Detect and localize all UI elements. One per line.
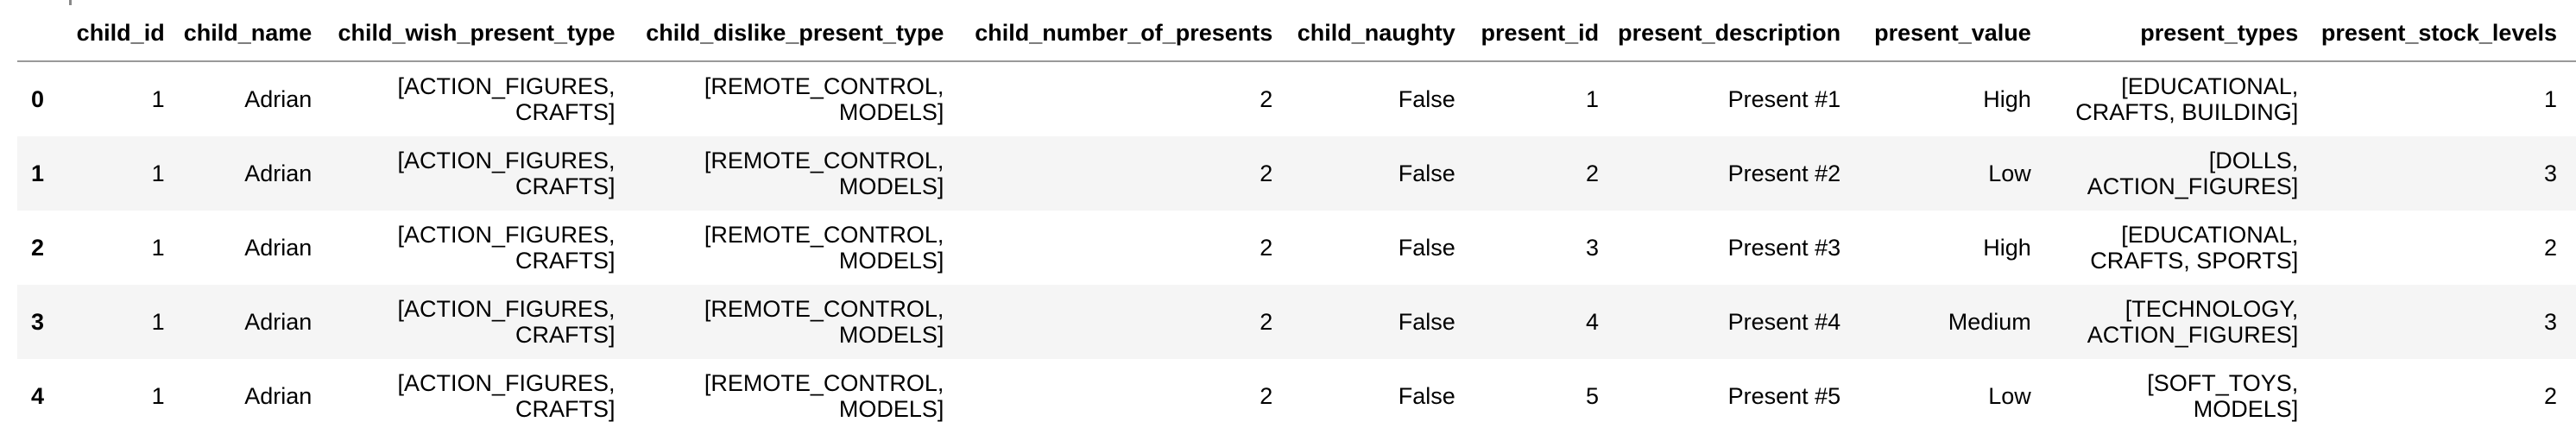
cell-child-naughty: False <box>1398 86 1455 112</box>
cell-present-types: [EDUCATIONAL, CRAFTS, SPORTS] <box>2090 222 2299 274</box>
row-index: 1 <box>31 161 45 186</box>
cell-child-id: 1 <box>151 383 165 409</box>
table-row: 0 1 Adrian [ACTION_FIGURES, CRAFTS] [REMO… <box>17 61 2576 136</box>
cell-child-dislike-present-type: [REMOTE_CONTROL, MODELS] <box>704 73 944 125</box>
cell-child-dislike-present-type: [REMOTE_CONTROL, MODELS] <box>704 370 944 422</box>
cell-present-value: High <box>1983 235 2031 261</box>
header-child-dislike-present-type: child_dislike_present_type <box>634 0 963 62</box>
cell-present-value: High <box>1983 86 2031 112</box>
header-child-id: child_id <box>70 0 184 62</box>
cell-present-value: Low <box>1988 161 2031 186</box>
cell-child-name: Adrian <box>244 161 313 186</box>
cell-child-name: Adrian <box>244 309 313 335</box>
notebook-output: child_id child_name child_wish_present_t… <box>0 0 2576 447</box>
cell-child-id: 1 <box>151 161 165 186</box>
cell-present-description: Present #3 <box>1727 235 1841 261</box>
cell-child-number-of-presents: 2 <box>1260 235 1273 261</box>
cell-child-number-of-presents: 2 <box>1260 161 1273 186</box>
cell-present-stock-levels: 2 <box>2543 235 2557 261</box>
header-row: child_id child_name child_wish_present_t… <box>17 0 2576 62</box>
cell-child-wish-present-type: [ACTION_FIGURES, CRAFTS] <box>397 296 616 348</box>
cell-present-id: 5 <box>1586 383 1600 409</box>
cell-present-types: [SOFT_TOYS, MODELS] <box>2147 370 2299 422</box>
table-row: 3 1 Adrian [ACTION_FIGURES, CRAFTS] [REMO… <box>17 285 2576 359</box>
cell-child-wish-present-type: [ACTION_FIGURES, CRAFTS] <box>397 148 616 199</box>
cell-present-stock-levels: 3 <box>2543 309 2557 335</box>
cell-present-description: Present #2 <box>1727 161 1841 186</box>
cell-present-description: Present #5 <box>1727 383 1841 409</box>
cell-present-value: Medium <box>1948 309 2031 335</box>
cell-child-id: 1 <box>151 309 165 335</box>
cell-child-wish-present-type: [ACTION_FIGURES, CRAFTS] <box>397 73 616 125</box>
cell-child-dislike-present-type: [REMOTE_CONTROL, MODELS] <box>704 296 944 348</box>
cell-present-id: 4 <box>1586 309 1600 335</box>
table-row: 4 1 Adrian [ACTION_FIGURES, CRAFTS] [REMO… <box>17 359 2576 433</box>
cell-present-stock-levels: 2 <box>2543 383 2557 409</box>
header-child-naughty: child_naughty <box>1291 0 1474 62</box>
cell-present-description: Present #1 <box>1727 86 1841 112</box>
cell-present-types: [TECHNOLOGY, ACTION_FIGURES] <box>2087 296 2299 348</box>
cell-child-dislike-present-type: [REMOTE_CONTROL, MODELS] <box>704 148 944 199</box>
cell-child-name: Adrian <box>244 235 313 261</box>
cell-present-stock-levels: 1 <box>2543 86 2557 112</box>
cell-child-wish-present-type: [ACTION_FIGURES, CRAFTS] <box>397 222 616 274</box>
row-index: 2 <box>31 235 45 261</box>
cell-present-id: 1 <box>1586 86 1600 112</box>
cell-present-stock-levels: 3 <box>2543 161 2557 186</box>
table-row: 1 1 Adrian [ACTION_FIGURES, CRAFTS] [REMO… <box>17 136 2576 211</box>
cell-child-id: 1 <box>151 235 165 261</box>
table-header: child_id child_name child_wish_present_t… <box>17 0 2576 62</box>
table-body: 0 1 Adrian [ACTION_FIGURES, CRAFTS] [REMO… <box>17 61 2576 433</box>
header-present-value: present_value <box>1859 0 2050 62</box>
cell-present-id: 2 <box>1586 161 1600 186</box>
cell-present-id: 3 <box>1586 235 1600 261</box>
cell-present-types: [EDUCATIONAL, CRAFTS, BUILDING] <box>2075 73 2299 125</box>
row-index: 3 <box>31 309 45 335</box>
dataframe-table: child_id child_name child_wish_present_t… <box>17 0 2576 433</box>
cell-present-description: Present #4 <box>1727 309 1841 335</box>
cell-child-id: 1 <box>151 86 165 112</box>
header-present-types: present_types <box>2049 0 2318 62</box>
cell-child-naughty: False <box>1398 161 1455 186</box>
cell-child-name: Adrian <box>244 383 313 409</box>
cell-child-number-of-presents: 2 <box>1260 86 1273 112</box>
cell-child-naughty: False <box>1398 383 1455 409</box>
cell-child-number-of-presents: 2 <box>1260 309 1273 335</box>
cell-child-wish-present-type: [ACTION_FIGURES, CRAFTS] <box>397 370 616 422</box>
cell-child-number-of-presents: 2 <box>1260 383 1273 409</box>
cell-child-naughty: False <box>1398 235 1455 261</box>
row-index: 0 <box>31 86 45 112</box>
header-index <box>17 0 71 62</box>
header-child-number-of-presents: child_number_of_presents <box>963 0 1292 62</box>
cell-child-dislike-present-type: [REMOTE_CONTROL, MODELS] <box>704 222 944 274</box>
cell-present-value: Low <box>1988 383 2031 409</box>
header-child-wish-present-type: child_wish_present_type <box>331 0 635 62</box>
header-child-name: child_name <box>183 0 331 62</box>
table-row: 2 1 Adrian [ACTION_FIGURES, CRAFTS] [REMO… <box>17 211 2576 285</box>
cell-child-naughty: False <box>1398 309 1455 335</box>
row-index: 4 <box>31 383 45 409</box>
header-present-description: present_description <box>1618 0 1860 62</box>
header-present-stock-levels: present_stock_levels <box>2317 0 2576 62</box>
header-present-id: present_id <box>1474 0 1619 62</box>
cell-present-types: [DOLLS, ACTION_FIGURES] <box>2087 148 2299 199</box>
cell-child-name: Adrian <box>244 86 313 112</box>
